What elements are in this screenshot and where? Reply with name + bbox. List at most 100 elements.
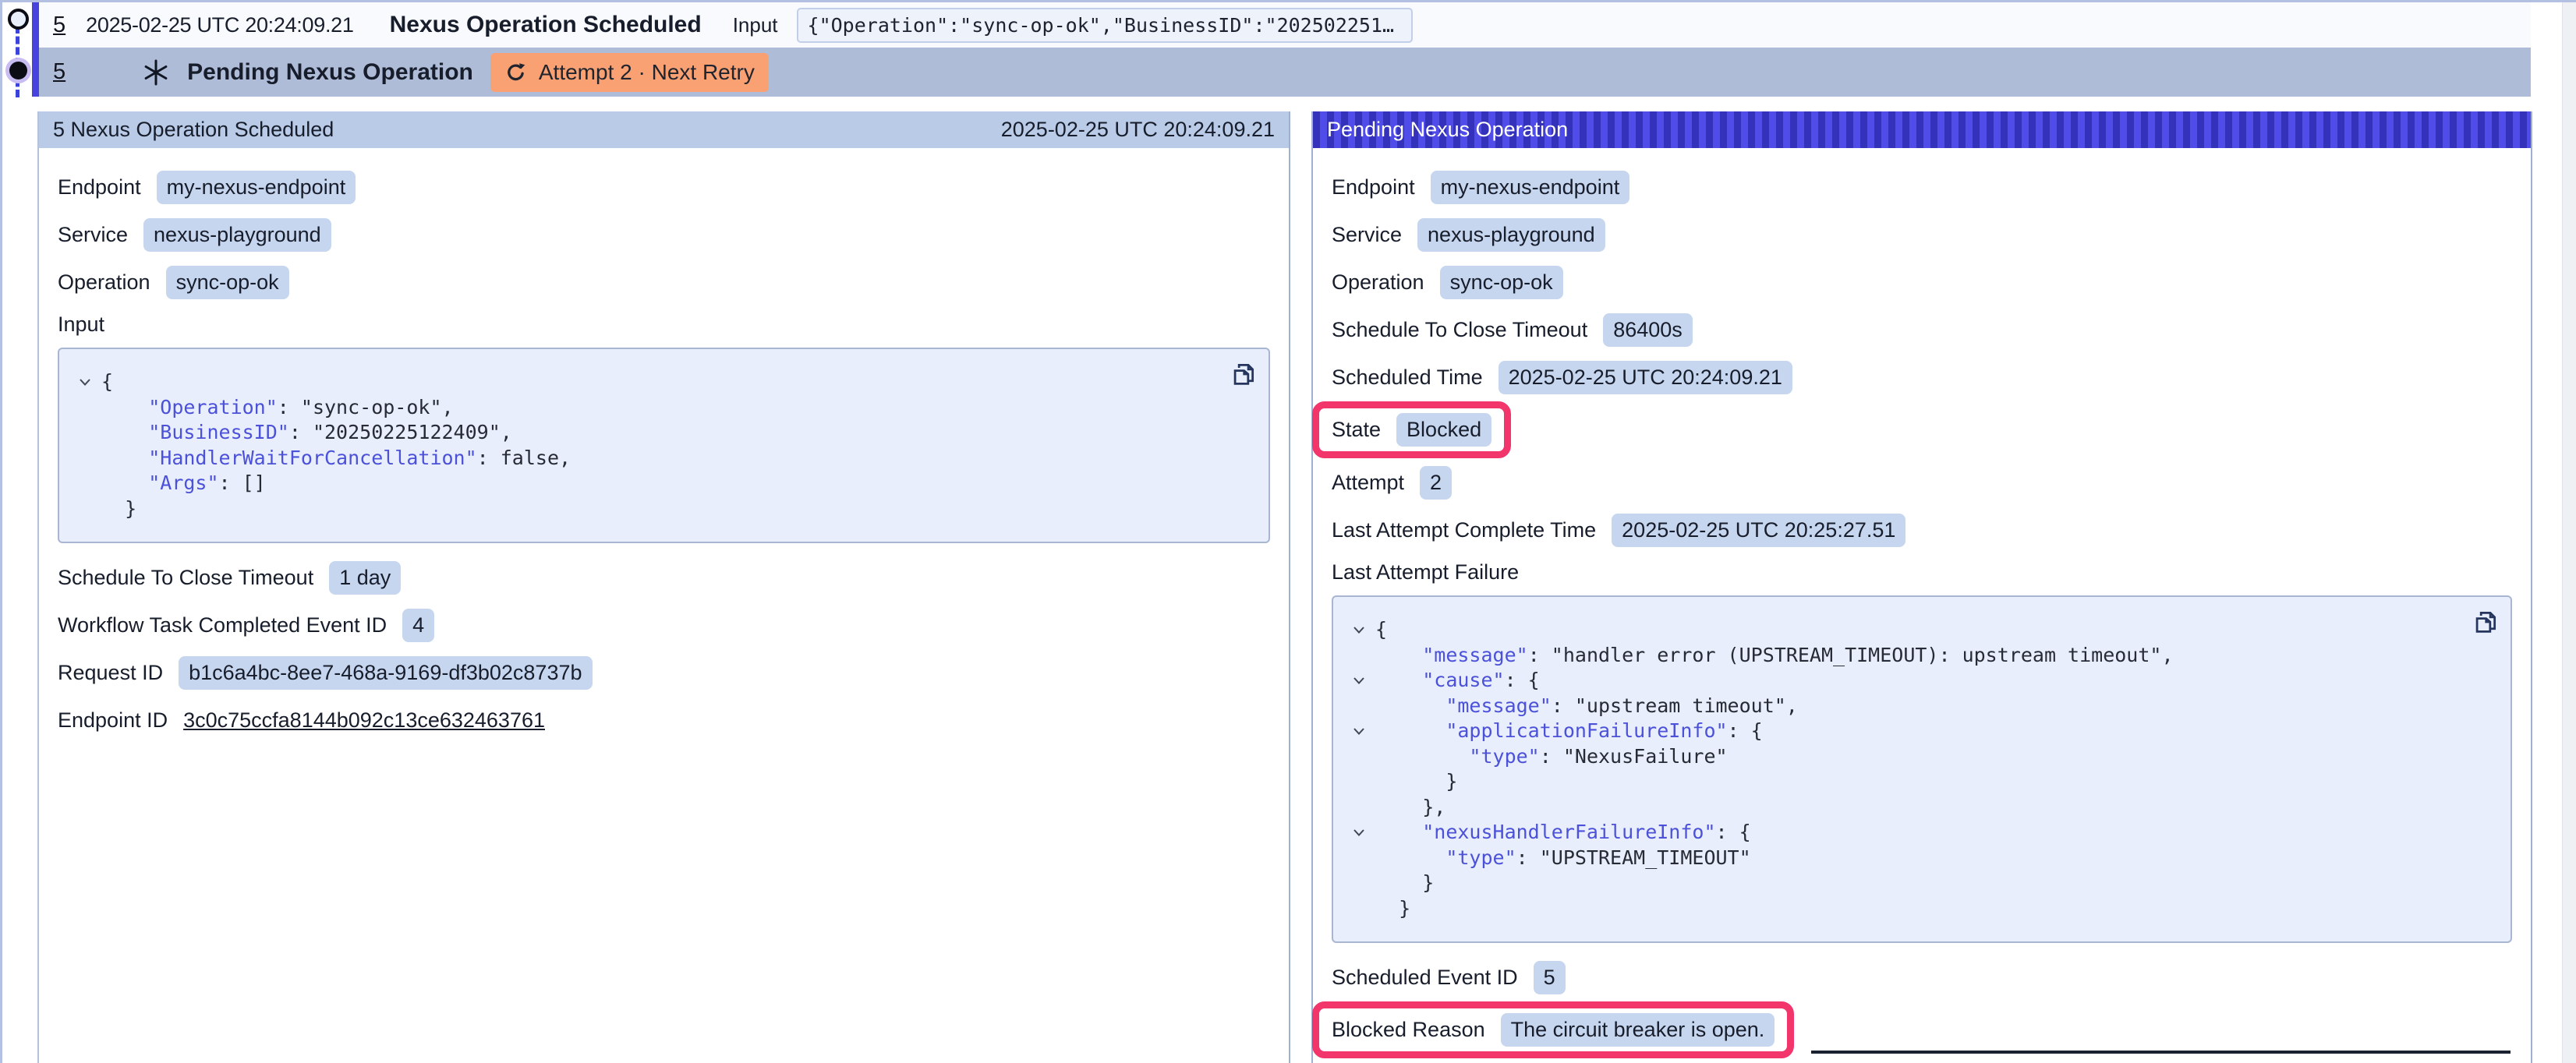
timeline-node-open-icon[interactable] [8, 9, 29, 30]
field-row-service: Service nexus-playground [1332, 217, 2512, 252]
field-value-service: nexus-playground [143, 218, 331, 252]
field-row-blocked-reason: Blocked ReasonThe circuit breaker is ope… [1332, 1001, 2512, 1058]
collapse-chevron-icon[interactable] [1343, 617, 1375, 643]
code-line: "message": "upstream timeout", [1343, 694, 2456, 719]
collapse-chevron-icon[interactable] [69, 369, 101, 395]
field-value-schedule-to-close-timeout: 86400s [1603, 313, 1693, 347]
event-detail-header: 5 Nexus Operation Scheduled 2025-02-25 U… [39, 111, 1289, 148]
event-timeline-rail [4, 2, 41, 99]
code-line: "nexusHandlerFailureInfo": { [1343, 820, 2456, 846]
event-row-scheduled[interactable]: 5 2025-02-25 UTC 20:24:09.21 Nexus Opera… [37, 2, 2531, 48]
field-row-scheduled-event-id: Scheduled Event ID5 [1332, 960, 2512, 994]
code-gutter [69, 496, 101, 522]
pending-asterisk-icon [142, 58, 170, 87]
input-label: Input [733, 13, 778, 37]
field-label-operation: Operation [1332, 270, 1424, 295]
pending-operation-header-title: Pending Nexus Operation [1327, 118, 1568, 142]
field-row-service: Servicenexus-playground [58, 217, 1270, 252]
copy-icon[interactable] [1230, 358, 1258, 392]
code-gutter [1343, 896, 1375, 922]
code-gutter [1343, 744, 1375, 770]
field-row-endpoint-id: Endpoint ID 3c0c75ccfa8144b092c13ce632463… [58, 703, 1270, 737]
code-line: } [1343, 871, 2456, 896]
vertical-scrollbar[interactable] [2562, 2, 2576, 1063]
event-row-pending[interactable]: 5 Pending Nexus Operation Attempt 2 · Ne… [37, 48, 2531, 97]
field-label-request-id: Request ID [58, 661, 163, 685]
field-label-endpoint-id: Endpoint ID [58, 708, 168, 733]
field-label-operation: Operation [58, 270, 150, 295]
retry-icon [504, 61, 528, 84]
field-label-last-attempt-failure: Last Attempt Failure [1332, 560, 2512, 584]
json-viewer-failure-json: { "message": "handler error (UPSTREAM_TI… [1332, 595, 2512, 943]
field-value-workflow-task-completed-event-id: 4 [402, 609, 434, 642]
code-gutter [1343, 694, 1375, 719]
field-row-operation: Operation sync-op-ok [1332, 265, 2512, 299]
highlight-annotation-blocked-reason: Blocked ReasonThe circuit breaker is ope… [1312, 1001, 1794, 1058]
field-label-state: State [1332, 418, 1381, 442]
code-line: "type": "UPSTREAM_TIMEOUT" [1343, 846, 2456, 871]
field-value-endpoint-id[interactable]: 3c0c75ccfa8144b092c13ce632463761 [183, 704, 545, 737]
field-value-last-attempt-complete-time: 2025-02-25 UTC 20:25:27.51 [1612, 514, 1905, 547]
field-row-workflow-task-completed-event-id: Workflow Task Completed Event ID 4 [58, 608, 1270, 642]
field-label-schedule-to-close-timeout: Schedule To Close Timeout [58, 566, 313, 590]
collapse-chevron-icon[interactable] [1343, 820, 1375, 846]
code-line: "message": "handler error (UPSTREAM_TIME… [1343, 643, 2456, 669]
field-value-state: Blocked [1396, 413, 1491, 447]
code-gutter [1343, 795, 1375, 821]
code-gutter [1343, 769, 1375, 795]
code-line: } [1343, 769, 2456, 795]
retry-badge: Attempt 2 · Next Retry [490, 53, 769, 92]
json-viewer-input-json: { "Operation": "sync-op-ok", "BusinessID… [58, 348, 1270, 543]
collapse-chevron-icon[interactable] [1343, 668, 1375, 694]
field-value-blocked-reason: The circuit breaker is open. [1501, 1013, 1775, 1047]
event-detail-body: Endpointmy-nexus-endpointServicenexus-pl… [39, 148, 1289, 737]
event-detail-header-title: 5 Nexus Operation Scheduled [53, 118, 334, 142]
pending-operation-panel: Pending Nexus Operation Endpointmy-nexus… [1311, 111, 2532, 1063]
field-label-workflow-task-completed-event-id: Workflow Task Completed Event ID [58, 613, 387, 637]
divider-line [1811, 1051, 2511, 1054]
field-row-state: State Blocked [1332, 401, 2512, 458]
event-title: Nexus Operation Scheduled [390, 12, 702, 38]
field-row-schedule-to-close-timeout: Schedule To Close Timeout86400s [1332, 313, 2512, 347]
field-row-scheduled-time: Scheduled Time2025-02-25 UTC 20:24:09.21 [1332, 360, 2512, 394]
field-value-operation: sync-op-ok [1440, 266, 1563, 299]
field-value-attempt: 2 [1420, 466, 1452, 500]
field-value-request-id: b1c6a4bc-8ee7-468a-9169-df3b02c8737b [179, 656, 592, 690]
field-row-endpoint: Endpointmy-nexus-endpoint [1332, 170, 2512, 204]
event-history-detail-view: 5 2025-02-25 UTC 20:24:09.21 Nexus Opera… [0, 0, 2576, 1063]
event-timestamp: 2025-02-25 UTC 20:24:09.21 [86, 13, 353, 37]
field-row-schedule-to-close-timeout: Schedule To Close Timeout 1 day [58, 560, 1270, 595]
field-value-endpoint: my-nexus-endpoint [157, 171, 356, 204]
event-id-link[interactable]: 5 [53, 59, 65, 85]
pending-operation-header: Pending Nexus Operation [1313, 111, 2531, 148]
timeline-node-current-icon[interactable] [9, 62, 27, 79]
field-value-scheduled-time: 2025-02-25 UTC 20:24:09.21 [1499, 361, 1792, 394]
copy-icon[interactable] [2472, 606, 2500, 640]
code-gutter [69, 395, 101, 421]
field-label-service: Service [1332, 223, 1402, 247]
code-line: } [1343, 896, 2456, 922]
event-detail-header-time: 2025-02-25 UTC 20:24:09.21 [1001, 118, 1275, 142]
field-label-input: Input [58, 313, 1270, 337]
collapse-chevron-icon[interactable] [1343, 719, 1375, 744]
code-line: }, [1343, 795, 2456, 821]
highlight-annotation-state: State Blocked [1312, 401, 1511, 458]
pending-event-title: Pending Nexus Operation [187, 59, 473, 86]
field-value-schedule-to-close-timeout: 1 day [329, 561, 401, 595]
code-line: } [69, 496, 1214, 522]
code-gutter [1343, 846, 1375, 871]
event-id-link[interactable]: 5 [53, 12, 65, 38]
retry-badge-label: Attempt 2 · Next Retry [539, 60, 755, 85]
code-line: "Args": [] [69, 471, 1214, 496]
code-gutter [1343, 643, 1375, 669]
field-value-service: nexus-playground [1417, 218, 1605, 252]
field-value-endpoint: my-nexus-endpoint [1431, 171, 1630, 204]
code-gutter [69, 420, 101, 446]
code-line: { [1343, 617, 2456, 643]
input-preview-chip[interactable]: {"Operation":"sync-op-ok","BusinessID":"… [797, 8, 1413, 43]
event-rows: 5 2025-02-25 UTC 20:24:09.21 Nexus Opera… [37, 2, 2531, 97]
workflow-progress-bar [32, 2, 39, 97]
code-gutter [69, 446, 101, 471]
code-line: "HandlerWaitForCancellation": false, [69, 446, 1214, 471]
code-line: "BusinessID": "20250225122409", [69, 420, 1214, 446]
